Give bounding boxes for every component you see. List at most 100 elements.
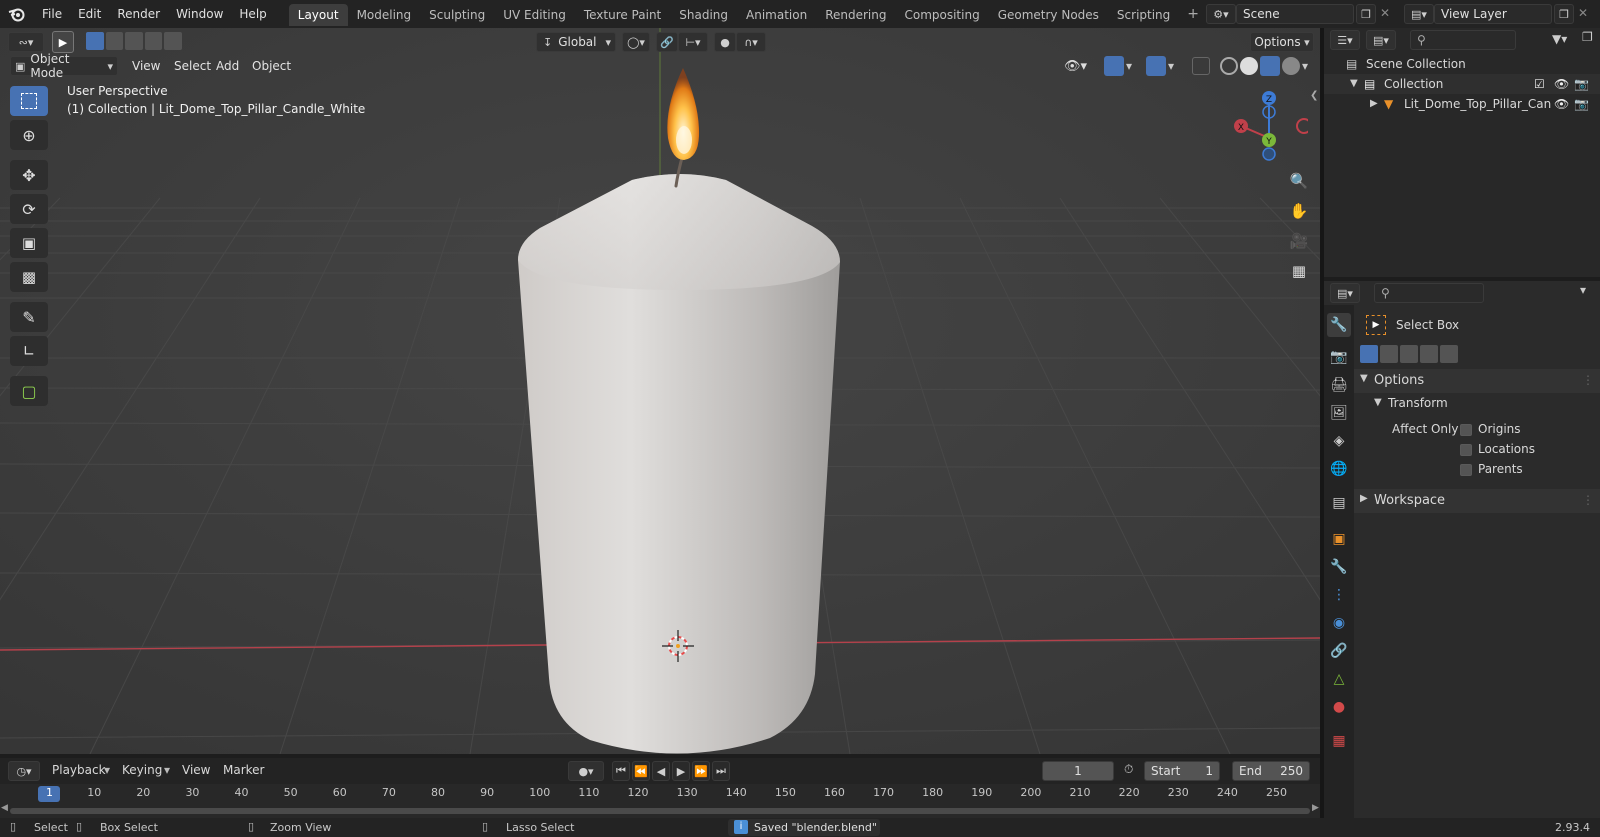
tool-scale[interactable]: ▣ xyxy=(10,228,48,258)
overlays-dropdown-icon[interactable]: ▾ xyxy=(1168,59,1174,73)
pan-view-icon[interactable]: ✋ xyxy=(1286,198,1312,224)
timeline-editor-type-button[interactable]: ◷▾ xyxy=(8,761,40,781)
zoom-view-icon[interactable]: 🔍 xyxy=(1286,168,1312,194)
pivot-point-dropdown[interactable]: ◯▾ xyxy=(622,32,650,52)
scroll-left-icon[interactable]: ◀ xyxy=(1,803,8,813)
transform-subpanel-header[interactable]: ▼ Transform xyxy=(1354,393,1600,415)
tab-sculpting[interactable]: Sculpting xyxy=(420,4,494,26)
new-view-layer-icon[interactable]: ❐ xyxy=(1554,4,1574,24)
tweak-tool-icon[interactable]: ▶ xyxy=(52,31,74,53)
outliner-row-scene-collection[interactable]: ▤ Scene Collection xyxy=(1324,54,1600,74)
menu-render[interactable]: Render xyxy=(109,0,168,28)
select-new-icon[interactable] xyxy=(86,32,104,50)
proportional-falloff-icon[interactable]: ∩▾ xyxy=(736,32,766,52)
display-mode-button[interactable]: ▤▾ xyxy=(1366,30,1396,50)
auto-keying-button[interactable]: ●▾ xyxy=(568,761,604,781)
properties-search-input[interactable]: ⚲ xyxy=(1374,283,1484,303)
timeline-ruler[interactable]: 1 10 20 30 40 50 60 70 80 90 100 110 120 130 140 150 160… xyxy=(0,784,1320,818)
tab-uv-editing[interactable]: UV Editing xyxy=(494,4,575,26)
properties-options-icon[interactable]: ▾ xyxy=(1580,283,1586,297)
viewport-menu-object[interactable]: Object xyxy=(244,56,299,76)
shading-dropdown-icon[interactable]: ▾ xyxy=(1302,59,1308,73)
timeline-scrollbar[interactable] xyxy=(10,808,1310,814)
outliner-editor-type-button[interactable]: ☰▾ xyxy=(1330,30,1360,50)
viewport-menu-add[interactable]: Add xyxy=(208,56,247,76)
tab-rendering[interactable]: Rendering xyxy=(816,4,895,26)
mode-extend-icon[interactable] xyxy=(1380,345,1398,363)
eye-icon[interactable]: 👁 xyxy=(1554,94,1569,114)
shading-solid-icon[interactable] xyxy=(1240,57,1258,75)
properties-editor-type-button[interactable]: ▤▾ xyxy=(1330,283,1360,303)
xray-toggle-icon[interactable] xyxy=(1192,57,1210,75)
exclude-checkbox-icon[interactable]: ☑ xyxy=(1534,74,1545,94)
tab-tool-icon[interactable]: 🔧 xyxy=(1327,313,1351,337)
locations-checkbox[interactable] xyxy=(1460,444,1472,456)
timeline-menu-playback[interactable]: Playback xyxy=(52,763,106,777)
jump-end-icon[interactable]: ⏭ xyxy=(712,761,730,781)
viewport-menu-view[interactable]: View xyxy=(124,56,168,76)
mode-invert-icon[interactable] xyxy=(1420,345,1438,363)
shading-wireframe-icon[interactable] xyxy=(1220,57,1238,75)
timeline-menu-view[interactable]: View xyxy=(182,763,210,777)
blender-logo-icon[interactable] xyxy=(0,0,34,28)
snap-target-dropdown[interactable]: ⊢▾ xyxy=(678,32,708,52)
tab-animation[interactable]: Animation xyxy=(737,4,816,26)
mode-subtract-icon[interactable] xyxy=(1400,345,1418,363)
object-mode-dropdown[interactable]: ▣ Object Mode ▾ xyxy=(10,52,118,80)
scroll-right-icon[interactable]: ▶ xyxy=(1312,803,1319,813)
shading-rendered-icon[interactable] xyxy=(1282,57,1300,75)
visibility-dropdown[interactable]: 👁▾ xyxy=(1064,59,1087,74)
add-workspace-icon[interactable]: + xyxy=(1179,6,1207,22)
proportional-edit-icon[interactable]: ● xyxy=(714,32,736,52)
tab-layout[interactable]: Layout xyxy=(288,4,348,26)
snap-toggle-icon[interactable]: 🔗 xyxy=(656,32,678,52)
tab-modeling[interactable]: Modeling xyxy=(348,4,421,26)
tab-shading[interactable]: Shading xyxy=(670,4,737,26)
outliner-search-input[interactable]: ⚲ xyxy=(1410,30,1516,50)
tool-cursor[interactable]: ⊕ xyxy=(10,120,48,150)
gizmo-dropdown-icon[interactable]: ▾ xyxy=(1126,59,1132,73)
tab-object-icon[interactable]: ▣ xyxy=(1327,527,1351,551)
jump-start-icon[interactable]: ⏮ xyxy=(612,761,630,781)
current-frame-field[interactable]: 1 xyxy=(1042,761,1114,781)
shading-material-icon[interactable] xyxy=(1260,56,1280,76)
perspective-toggle-icon[interactable]: ▦ xyxy=(1286,258,1312,284)
tool-transform[interactable]: ▩ xyxy=(10,262,48,292)
tab-scripting[interactable]: Scripting xyxy=(1108,4,1179,26)
tab-data-icon[interactable]: △ xyxy=(1327,667,1351,691)
mode-new-icon[interactable] xyxy=(1360,345,1378,363)
tab-physics-icon[interactable]: ◉ xyxy=(1327,611,1351,635)
prev-keyframe-icon[interactable]: ⏪ xyxy=(632,761,650,781)
tool-select-box[interactable] xyxy=(10,86,48,116)
scene-name-field[interactable]: Scene xyxy=(1236,4,1354,24)
navigation-gizmo[interactable]: Z X Y xyxy=(1228,86,1308,166)
options-panel-header[interactable]: ▼ Options ⋮ xyxy=(1354,369,1600,393)
tab-compositing[interactable]: Compositing xyxy=(895,4,988,26)
drag-handle-icon[interactable]: ⋮ xyxy=(1582,493,1594,507)
options-dropdown[interactable]: Options ▾ xyxy=(1250,32,1314,52)
tool-measure[interactable]: ∟ xyxy=(10,336,48,366)
tool-move[interactable]: ✥ xyxy=(10,160,48,190)
close-scene-icon[interactable]: ✕ xyxy=(1380,6,1390,20)
select-extend-icon[interactable] xyxy=(105,32,124,50)
3d-viewport[interactable]: ∾▾ ▶ ↧ Global ▾ ◯▾ 🔗 ⊢▾ ● ∩▾ Options ▾ ▣… xyxy=(0,28,1320,754)
tab-output-icon[interactable]: 🖨 xyxy=(1327,373,1351,397)
drag-handle-icon[interactable]: ⋮ xyxy=(1582,373,1594,387)
select-intersect-icon[interactable] xyxy=(164,32,182,50)
filter-icon[interactable]: ▼▾ xyxy=(1552,32,1567,46)
parents-checkbox[interactable] xyxy=(1460,464,1472,476)
view-layer-icon[interactable]: ▤▾ xyxy=(1404,4,1434,24)
selection-mode-buttons[interactable] xyxy=(86,32,182,52)
tool-mode-buttons[interactable] xyxy=(1360,345,1458,363)
expand-arrow-icon[interactable]: ▶ xyxy=(1370,94,1378,114)
scene-type-icon[interactable]: ⚙▾ xyxy=(1206,4,1236,24)
overlays-toggle-icon[interactable] xyxy=(1146,56,1166,76)
tab-texture-paint[interactable]: Texture Paint xyxy=(575,4,670,26)
camera-view-icon[interactable]: 🎥 xyxy=(1286,228,1312,254)
outliner-row-object[interactable]: ▶ ▼ Lit_Dome_Top_Pillar_Can 👁 📷 xyxy=(1324,94,1600,114)
tab-modifiers-icon[interactable]: 🔧 xyxy=(1327,555,1351,579)
outliner-row-collection[interactable]: ▼ ▤ Collection ☑ 👁 📷 xyxy=(1324,74,1600,94)
select-invert-icon[interactable] xyxy=(144,32,163,50)
sidebar-toggle-icon[interactable]: ❮ xyxy=(1310,90,1318,101)
tab-texture-icon[interactable]: ▦ xyxy=(1327,729,1351,753)
